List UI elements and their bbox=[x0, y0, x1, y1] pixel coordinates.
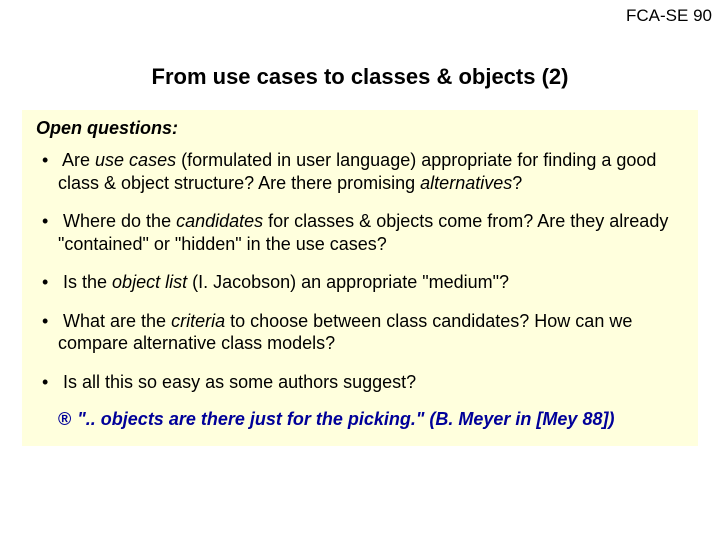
bullet-emphasis: object list bbox=[112, 272, 187, 292]
quote-text: ".. objects are there just for the picki… bbox=[77, 409, 614, 429]
slide-page: FCA-SE 90 From use cases to classes & ob… bbox=[0, 0, 720, 540]
section-heading: Open questions: bbox=[36, 118, 684, 139]
bullet-emphasis: alternatives bbox=[420, 173, 512, 193]
bullet-emphasis: candidates bbox=[176, 211, 263, 231]
quote-line: ®".. objects are there just for the pick… bbox=[36, 409, 684, 430]
bullet-marker: • bbox=[42, 271, 58, 294]
bullet-emphasis: criteria bbox=[171, 311, 225, 331]
bullet-item: • Are use cases (formulated in user lang… bbox=[36, 149, 684, 194]
content-panel: Open questions: • Are use cases (formula… bbox=[22, 110, 698, 446]
bullet-marker: • bbox=[42, 149, 58, 172]
slide-number-label: FCA-SE 90 bbox=[626, 6, 712, 26]
slide-title: From use cases to classes & objects (2) bbox=[0, 64, 720, 90]
bullet-item: • Is the object list (I. Jacobson) an ap… bbox=[36, 271, 684, 294]
bullet-text: Where do the bbox=[63, 211, 176, 231]
bullet-emphasis: use cases bbox=[95, 150, 176, 170]
bullet-text: Are bbox=[62, 150, 95, 170]
bullet-text: Is the bbox=[63, 272, 112, 292]
bullet-text: Is all this so easy as some authors sugg… bbox=[63, 372, 416, 392]
arrow-icon: ® bbox=[58, 409, 77, 430]
bullet-text: (I. Jacobson) an appropriate "medium"? bbox=[187, 272, 509, 292]
bullet-text: What are the bbox=[63, 311, 171, 331]
bullet-marker: • bbox=[42, 210, 58, 233]
bullet-item: • Is all this so easy as some authors su… bbox=[36, 371, 684, 394]
bullet-item: • Where do the candidates for classes & … bbox=[36, 210, 684, 255]
bullet-item: • What are the criteria to choose betwee… bbox=[36, 310, 684, 355]
bullet-marker: • bbox=[42, 371, 58, 394]
bullet-text: ? bbox=[512, 173, 522, 193]
bullet-marker: • bbox=[42, 310, 58, 333]
